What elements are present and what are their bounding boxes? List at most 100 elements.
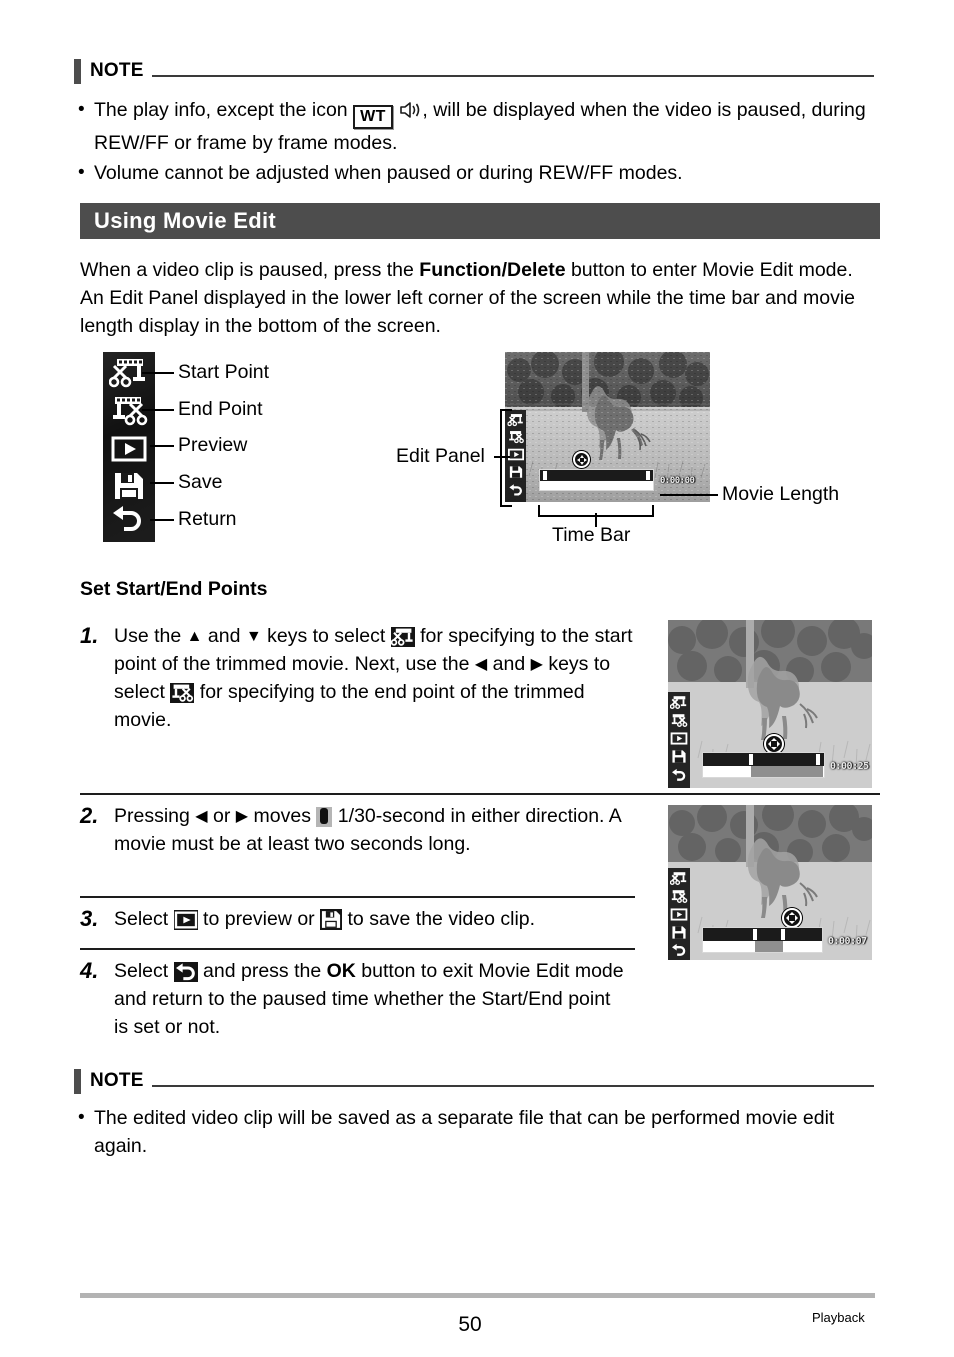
section-title: Using Movie Edit — [94, 208, 277, 233]
note-bottom-bullets: • The edited video clip will be saved as… — [78, 1104, 878, 1160]
nav-indicator-icon — [782, 908, 802, 928]
section-intro-paragraph: When a video clip is paused, press the F… — [80, 256, 880, 340]
section-header-bar: Using Movie Edit — [80, 203, 880, 239]
start-point-icon — [390, 627, 415, 647]
end-point-icon — [670, 889, 688, 909]
nav-indicator-icon — [764, 734, 784, 754]
step-separator-3 — [80, 948, 635, 950]
intro-bold-term: Function/Delete — [419, 259, 566, 281]
step-3-text-b: to preview or — [197, 908, 321, 930]
wt-icon: WT — [353, 105, 393, 129]
legend-connector-1 — [142, 372, 174, 374]
legend-label-save: Save — [178, 471, 223, 493]
time-bar-start-marker — [753, 929, 757, 940]
return-icon — [110, 504, 146, 539]
return-icon — [671, 768, 688, 787]
step-2-text-c: moves — [248, 805, 317, 827]
up-key-icon: ▲ — [186, 628, 203, 645]
edit-panel-bracket — [500, 409, 512, 507]
return-icon — [671, 943, 688, 960]
bullet-marker: • — [78, 1107, 85, 1128]
save-icon — [671, 925, 687, 945]
step-3: 3. Select to preview or to save the vide… — [80, 905, 635, 933]
step-4: 4. Select and press the OK button to exi… — [80, 957, 625, 1041]
step-4-text-b: and press the — [197, 960, 327, 982]
intro-text-a: When a video clip is paused, press the — [80, 259, 420, 281]
right-key-icon: ▶ — [530, 656, 543, 673]
legend-connector-2 — [142, 409, 174, 411]
step-4-text-a: Select — [114, 960, 174, 982]
legend-connector-4 — [150, 482, 174, 484]
note-top-header: NOTE — [74, 58, 874, 84]
time-bar-progress-track — [540, 481, 653, 490]
legend-label-end-point: End Point — [178, 398, 263, 420]
step-2-text-b: or — [207, 805, 236, 827]
manual-page: NOTE • The play info, except the icon WT… — [0, 0, 954, 1357]
camera-screen-step1: 0:00:25 — [668, 620, 872, 788]
note-top-bullets: • The play info, except the icon WT , wi… — [78, 96, 878, 187]
note-bottom-bullet-1: • The edited video clip will be saved as… — [78, 1104, 878, 1160]
start-point-icon — [669, 695, 688, 715]
edit-panel-overlay — [668, 692, 690, 788]
note-bottom-bullet1-text: The edited video clip will be saved as a… — [94, 1107, 835, 1157]
preview-icon — [670, 732, 688, 750]
step-2: 2. Pressing ◀ or ▶ moves 1/30-second in … — [80, 802, 625, 858]
callout-movie-length: Movie Length — [722, 483, 840, 505]
note-top-bullet-1: • The play info, except the icon WT , wi… — [78, 96, 878, 157]
note-accent-bar — [74, 58, 81, 84]
bullet-marker: • — [78, 162, 85, 183]
note-accent-bar — [74, 1068, 81, 1094]
edit-panel-legend-strip — [103, 352, 155, 542]
speaker-icon — [398, 100, 422, 120]
time-bar — [539, 469, 654, 491]
bullet-marker: • — [78, 99, 85, 120]
right-key-icon: ▶ — [235, 808, 249, 825]
legend-label-start-point: Start Point — [178, 361, 270, 383]
step-1-text-e: and — [487, 653, 531, 675]
callout-movie-length-line — [660, 494, 718, 496]
footer-divider — [80, 1293, 875, 1298]
left-key-icon: ◀ — [195, 808, 208, 825]
save-icon — [112, 470, 146, 507]
legend-connector-3 — [150, 445, 174, 447]
start-point-icon — [669, 871, 688, 891]
time-bar-end-marker — [781, 929, 785, 940]
note-top-bullet-2: • Volume cannot be adjusted when paused … — [78, 159, 878, 187]
legend-label-return: Return — [178, 508, 237, 530]
down-key-icon: ▼ — [245, 628, 262, 645]
time-bar — [702, 927, 823, 953]
step-3-text-a: Select — [114, 908, 174, 930]
time-bar-end-marker — [816, 754, 820, 765]
preview-icon — [670, 908, 688, 926]
note-top-rule — [151, 74, 874, 77]
step-separator-2 — [80, 896, 635, 898]
legend-label-preview: Preview — [178, 434, 248, 456]
end-point-icon — [109, 395, 149, 432]
subsection-heading: Set Start/End Points — [80, 578, 268, 600]
camera-screen-step2: 0:00:07 — [668, 805, 872, 960]
note-top-bullet1-text-a: The play info, except the icon — [94, 99, 348, 121]
legend-connector-5 — [150, 519, 174, 521]
camera-screen-diagram: 0:00:00 — [505, 352, 710, 502]
time-cursor-icon — [316, 807, 333, 827]
time-bar-start-marker — [749, 754, 753, 765]
note-bottom-header: NOTE — [74, 1068, 874, 1094]
time-bar-start-marker — [543, 471, 547, 480]
movie-length-readout: 0:00:25 — [830, 761, 869, 772]
page-number: 50 — [458, 1313, 482, 1336]
step-separator-1 — [80, 793, 880, 795]
note-bottom-label: NOTE — [90, 1070, 144, 1091]
step-3-text-c: to save the video clip. — [342, 908, 536, 930]
note-top-label: NOTE — [90, 60, 144, 81]
left-key-icon: ◀ — [474, 656, 488, 673]
end-point-icon — [170, 683, 195, 703]
step-1: 1. Use the ▲ and ▼ keys to select for sp… — [80, 622, 640, 734]
step-1-text-b: and — [202, 625, 246, 647]
step-1-number: 1. — [80, 623, 99, 648]
start-point-icon — [108, 357, 149, 394]
time-bar — [702, 752, 825, 778]
preview-icon — [111, 435, 147, 468]
step-3-number: 3. — [80, 906, 99, 931]
preview-icon — [173, 910, 198, 930]
callout-time-bar: Time Bar — [552, 524, 631, 546]
